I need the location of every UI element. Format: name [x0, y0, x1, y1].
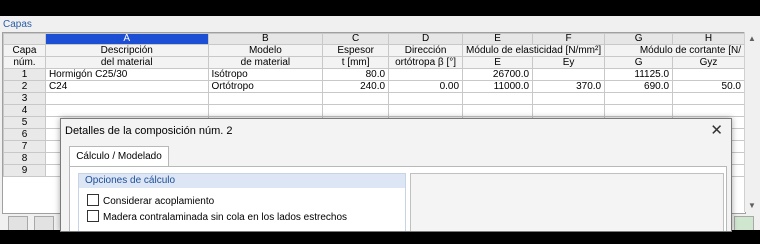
- cell-e[interactable]: [462, 104, 534, 117]
- cell-ey[interactable]: [532, 68, 606, 81]
- corner-cell: [3, 33, 46, 45]
- cell-direction[interactable]: [388, 92, 464, 105]
- header-desc-sub: del material: [44, 56, 209, 69]
- cell-direction[interactable]: [388, 68, 464, 81]
- row-number[interactable]: 2: [3, 80, 46, 93]
- option-clt-unglued[interactable]: Madera contralaminada sin cola en los la…: [87, 210, 347, 223]
- cell-direction[interactable]: [388, 104, 464, 117]
- cell-e[interactable]: [462, 92, 534, 105]
- dialog-title: Detalles de la composición núm. 2: [65, 125, 233, 137]
- scroll-down-icon[interactable]: ▼: [748, 201, 756, 210]
- table-row[interactable]: 4: [3, 104, 745, 117]
- table-row[interactable]: 1 Hormigón C25/30 Isótropo 80.0 26700.0 11125…: [3, 68, 745, 81]
- cell-description[interactable]: Hormigón C25/30: [44, 68, 209, 81]
- cell-e[interactable]: 26700.0: [462, 68, 534, 81]
- clt-unglued-label: Madera contralaminada sin cola en los la…: [103, 212, 348, 223]
- panel-title: Capas: [3, 19, 32, 30]
- cell-model[interactable]: [207, 92, 324, 105]
- column-letter-f[interactable]: F: [532, 33, 606, 45]
- close-icon[interactable]: ✕: [710, 121, 723, 139]
- header-e: E: [462, 56, 534, 69]
- header-description: Descripción: [44, 44, 209, 57]
- header-row-1: Capa Descripción Modelo Espesor Direcció…: [3, 44, 745, 57]
- preview-area: [410, 173, 724, 231]
- cell-thickness[interactable]: 80.0: [322, 68, 390, 81]
- header-model: Modelo: [207, 44, 324, 57]
- cell-thickness[interactable]: [322, 92, 390, 105]
- cell-ey[interactable]: [532, 104, 606, 117]
- column-letter-c[interactable]: C: [322, 33, 390, 45]
- cell-e[interactable]: 11000.0: [462, 80, 534, 93]
- export-button[interactable]: [34, 216, 54, 230]
- cell-model[interactable]: Ortótropo: [207, 80, 324, 93]
- header-num: núm.: [3, 56, 46, 69]
- cell-g[interactable]: 11125.0: [604, 68, 674, 81]
- header-direction: Dirección: [388, 44, 464, 57]
- cell-g[interactable]: [604, 92, 674, 105]
- composition-details-dialog: Detalles de la composición núm. 2 ✕ Cálc…: [60, 118, 732, 232]
- row-number[interactable]: 8: [3, 152, 46, 165]
- header-g: G: [604, 56, 674, 69]
- tab-content: Opciones de cálculo Considerar acoplamie…: [69, 166, 727, 231]
- row-number[interactable]: 6: [3, 128, 46, 141]
- column-letter-b[interactable]: B: [207, 33, 324, 45]
- cell-model[interactable]: [207, 104, 324, 117]
- cell-gyz[interactable]: [672, 92, 745, 105]
- cell-direction[interactable]: 0.00: [388, 80, 464, 93]
- header-gyz: Gyz: [672, 56, 745, 69]
- column-letter-g[interactable]: G: [604, 33, 674, 45]
- cell-gyz[interactable]: 50.0: [672, 80, 745, 93]
- row-number[interactable]: 7: [3, 140, 46, 153]
- header-thickness-sub: t [mm]: [322, 56, 390, 69]
- row-number[interactable]: 4: [3, 104, 46, 117]
- option-coupling[interactable]: Considerar acoplamiento: [87, 194, 214, 207]
- cell-description[interactable]: [44, 92, 209, 105]
- column-letter-row: A B C D E F G H: [3, 33, 745, 45]
- row-number[interactable]: 5: [3, 116, 46, 129]
- header-direction-sub: ortótropa β [°]: [388, 56, 464, 69]
- column-letter-d[interactable]: D: [388, 33, 464, 45]
- import-button[interactable]: [8, 216, 28, 230]
- scroll-up-icon[interactable]: ▲: [748, 34, 756, 43]
- header-elastic-modulus: Módulo de elasticidad [N/mm²]: [462, 44, 606, 57]
- excel-button[interactable]: [734, 216, 754, 230]
- clt-unglued-checkbox[interactable]: [87, 210, 99, 222]
- calculation-options-group: Opciones de cálculo Considerar acoplamie…: [78, 173, 406, 231]
- cell-g[interactable]: [604, 104, 674, 117]
- table-row[interactable]: 3: [3, 92, 745, 105]
- cell-gyz[interactable]: [672, 104, 745, 117]
- cell-thickness[interactable]: 240.0: [322, 80, 390, 93]
- row-number[interactable]: 3: [3, 92, 46, 105]
- cell-gyz[interactable]: [672, 68, 745, 81]
- cell-g[interactable]: 690.0: [604, 80, 674, 93]
- cell-description[interactable]: C24: [44, 80, 209, 93]
- cell-thickness[interactable]: [322, 104, 390, 117]
- group-title: Opciones de cálculo: [79, 174, 405, 188]
- column-letter-e[interactable]: E: [462, 33, 534, 45]
- vertical-scrollbar[interactable]: ▲ ▼: [744, 32, 760, 212]
- cell-model[interactable]: Isótropo: [207, 68, 324, 81]
- column-letter-a[interactable]: A: [44, 33, 209, 45]
- row-number[interactable]: 9: [3, 164, 46, 177]
- coupling-checkbox[interactable]: [87, 194, 99, 206]
- cell-description[interactable]: [44, 104, 209, 117]
- coupling-label: Considerar acoplamiento: [103, 196, 215, 207]
- header-thickness: Espesor: [322, 44, 390, 57]
- header-ey: Ey: [532, 56, 606, 69]
- column-letter-h[interactable]: H: [672, 33, 745, 45]
- header-model-sub: de material: [207, 56, 324, 69]
- cell-ey[interactable]: 370.0: [532, 80, 606, 93]
- tab-calculation-modeling[interactable]: Cálculo / Modelado: [69, 146, 169, 167]
- header-layer: Capa: [3, 44, 46, 57]
- header-shear-modulus: Módulo de cortante [N/: [604, 44, 745, 57]
- header-row-2: núm. del material de material t [mm] ort…: [3, 56, 745, 69]
- row-number[interactable]: 1: [3, 68, 46, 81]
- table-row[interactable]: 2 C24 Ortótropo 240.0 0.00 11000.0 370.0 690.0 5…: [3, 80, 745, 93]
- cell-ey[interactable]: [532, 92, 606, 105]
